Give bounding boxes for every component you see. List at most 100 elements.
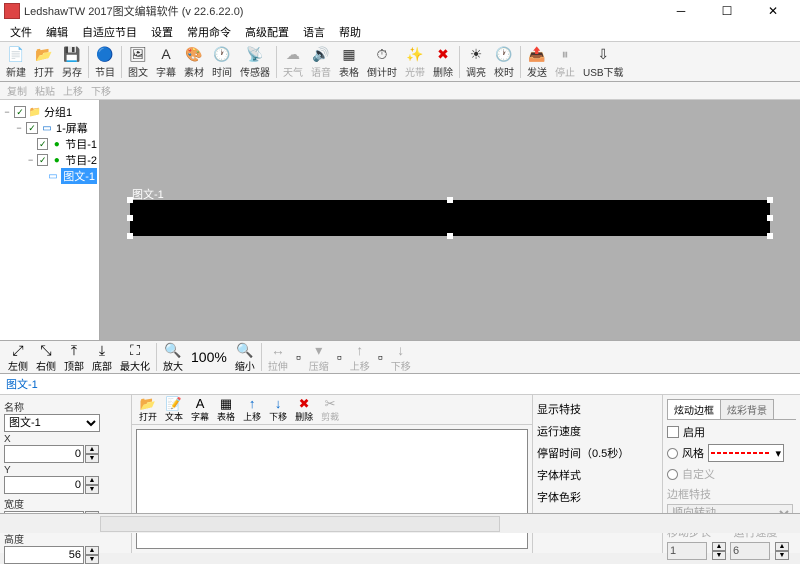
height-input[interactable]: [4, 546, 84, 564]
x-spinner[interactable]: ▲▼: [85, 445, 99, 463]
tb-倒计时[interactable]: ⏱倒计时: [363, 42, 401, 81]
tree-分组1[interactable]: −✓📁分组1: [2, 104, 97, 120]
tb-另存[interactable]: 💾另存: [58, 42, 86, 81]
tb-新建[interactable]: 📄新建: [2, 42, 30, 81]
tb-素材[interactable]: 🎨素材: [180, 42, 208, 81]
mid-下移: ↓下移: [387, 342, 415, 373]
region-label: 图文-1: [132, 186, 164, 202]
y-spinner[interactable]: ▲▼: [85, 476, 99, 494]
mid-左侧[interactable]: ⤢左侧: [4, 342, 32, 373]
custom-label: 自定义: [682, 466, 715, 482]
tree-节目-1[interactable]: ✓●节目-1: [2, 136, 97, 152]
mid-拉伸: ↔拉伸: [264, 342, 292, 373]
menu-帮助[interactable]: 帮助: [333, 22, 367, 42]
tb-删除[interactable]: ✖删除: [429, 42, 457, 81]
secondary-toolbar: 复制粘贴上移下移: [0, 82, 800, 100]
tree-panel: −✓📁分组1−✓▭1-屏幕✓●节目-1−✓●节目-2▭图文-1: [0, 100, 100, 340]
height-label: 高度: [4, 531, 127, 546]
style-label: 风格: [682, 445, 704, 461]
y-label: Y: [4, 465, 127, 476]
x-input[interactable]: [4, 445, 84, 463]
tb-USB下载[interactable]: ⇩USB下载: [579, 42, 628, 81]
enable-label: 启用: [683, 424, 705, 440]
window-title: LedshawTW 2017图文编辑软件 (v 22.6.22.0): [24, 3, 658, 19]
mid-zoom[interactable]: ▫: [374, 349, 387, 365]
tb-光带: ✨光带: [401, 42, 429, 81]
minimize-button[interactable]: ─: [658, 0, 704, 22]
mid-缩小[interactable]: 🔍缩小: [231, 342, 259, 373]
tb-调亮[interactable]: ☀调亮: [462, 42, 490, 81]
menu-常用命令[interactable]: 常用命令: [181, 22, 237, 42]
maximize-button[interactable]: ☐: [704, 0, 750, 22]
style-radio[interactable]: [667, 448, 678, 459]
tb-发送[interactable]: 📤发送: [523, 42, 551, 81]
ct-打开[interactable]: 📂打开: [136, 396, 160, 423]
mid-压缩: ▾压缩: [305, 342, 333, 373]
ct-字幕[interactable]: A字幕: [188, 396, 212, 423]
tb-语音: 🔊语音: [307, 42, 335, 81]
mid-最大化[interactable]: ⛶最大化: [116, 342, 154, 373]
effect-label: 显示特技: [537, 399, 658, 421]
name-label: 名称: [4, 399, 127, 414]
speed-label: 运行速度: [537, 421, 658, 443]
mid-上移: ↑上移: [346, 342, 374, 373]
close-button[interactable]: ✕: [750, 0, 796, 22]
led-region[interactable]: 图文-1: [130, 200, 770, 236]
tb-表格[interactable]: ▦表格: [335, 42, 363, 81]
ct-表格[interactable]: ▦表格: [214, 396, 238, 423]
tb-打开[interactable]: 📂打开: [30, 42, 58, 81]
mid-顶部[interactable]: ⤒顶部: [60, 342, 88, 373]
ct-剪裁: ✂剪裁: [318, 396, 342, 423]
tree-1-屏幕[interactable]: −✓▭1-屏幕: [2, 120, 97, 136]
mid-zoom[interactable]: ▫: [292, 349, 305, 365]
mid-底部[interactable]: ⤓底部: [88, 342, 116, 373]
tb-节目[interactable]: 🔵节目: [91, 42, 119, 81]
stay-label: 停留时间（0.5秒）: [537, 443, 658, 465]
titlebar: LedshawTW 2017图文编辑软件 (v 22.6.22.0) ─ ☐ ✕: [0, 0, 800, 22]
tb-校时[interactable]: 🕐校时: [490, 42, 518, 81]
border-speed-input[interactable]: [730, 542, 770, 560]
tb-传感器[interactable]: 📡传感器: [236, 42, 274, 81]
width-label: 宽度: [4, 496, 127, 511]
selection-label: 图文-1: [0, 374, 800, 395]
tb-天气: ☁天气: [279, 42, 307, 81]
sec-复制: 复制: [4, 83, 30, 98]
menu-自适应节目[interactable]: 自适应节目: [76, 22, 143, 42]
mid-zoom[interactable]: ▫: [333, 349, 346, 365]
border-fx-label: 边框特技: [667, 486, 796, 502]
x-label: X: [4, 434, 127, 445]
name-select[interactable]: 图文-1: [4, 414, 100, 432]
custom-radio[interactable]: [667, 469, 678, 480]
ct-文本[interactable]: 📝文本: [162, 396, 186, 423]
tb-时间[interactable]: 🕐时间: [208, 42, 236, 81]
ct-下移[interactable]: ↓下移: [266, 396, 290, 423]
enable-checkbox[interactable]: [667, 426, 679, 438]
y-input[interactable]: [4, 476, 84, 494]
layout-toolbar: ⤢左侧⤡右侧⤒顶部⤓底部⛶最大化🔍放大100%🔍缩小↔拉伸▫▾压缩▫↑上移▫↓下…: [0, 340, 800, 374]
statusbar: [0, 513, 800, 533]
menu-语言[interactable]: 语言: [297, 22, 331, 42]
mid-右侧[interactable]: ⤡右侧: [32, 342, 60, 373]
tab-background[interactable]: 炫彩背景: [720, 399, 774, 419]
ct-上移[interactable]: ↑上移: [240, 396, 264, 423]
font-style-label: 字体样式: [537, 465, 658, 487]
tab-border[interactable]: 炫动边框: [667, 399, 721, 419]
tb-图文[interactable]: 🖼图文: [124, 42, 152, 81]
tb-停止: ⏸停止: [551, 42, 579, 81]
main-toolbar: 📄新建📂打开💾另存🔵节目🖼图文A字幕🎨素材🕐时间📡传感器☁天气🔊语音▦表格⏱倒计…: [0, 42, 800, 82]
canvas[interactable]: 图文-1: [100, 100, 800, 340]
ct-删除[interactable]: ✖删除: [292, 396, 316, 423]
menu-高级配置[interactable]: 高级配置: [239, 22, 295, 42]
mid-放大[interactable]: 🔍放大: [159, 342, 187, 373]
menu-编辑[interactable]: 编辑: [40, 22, 74, 42]
menu-设置[interactable]: 设置: [145, 22, 179, 42]
tree-节目-2[interactable]: −✓●节目-2: [2, 152, 97, 168]
style-select[interactable]: ▾: [708, 444, 784, 462]
step-input[interactable]: [667, 542, 707, 560]
height-spinner[interactable]: ▲▼: [85, 546, 99, 564]
tree-图文-1[interactable]: ▭图文-1: [2, 168, 97, 184]
tb-字幕[interactable]: A字幕: [152, 42, 180, 81]
content-toolbar: 📂打开📝文本A字幕▦表格↑上移↓下移✖删除✂剪裁: [132, 395, 532, 425]
mid-zoom[interactable]: 100%: [187, 349, 231, 365]
menu-文件[interactable]: 文件: [4, 22, 38, 42]
